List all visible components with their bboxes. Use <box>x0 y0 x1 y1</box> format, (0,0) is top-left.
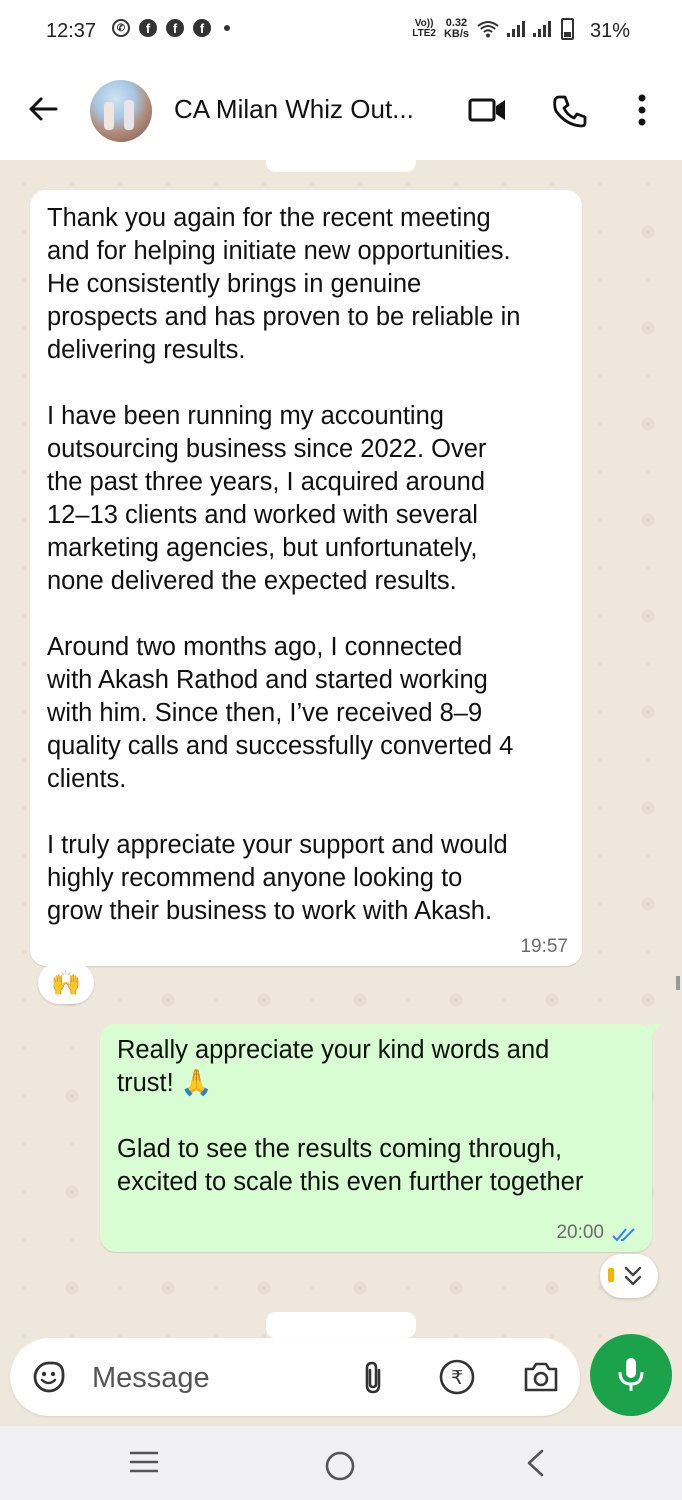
status-bar: 12:37 ✆ f f f Vo)) LTE2 0.32 KB/s 31% <box>0 0 682 62</box>
lte-label: LTE2 <box>412 28 436 39</box>
home-icon[interactable] <box>324 1450 356 1482</box>
system-nav-bar <box>0 1426 682 1500</box>
battery-percent: 31% <box>589 20 630 42</box>
message-time: 20:00 <box>556 1222 604 1243</box>
network-speed-unit: KB/s <box>443 28 469 40</box>
message-input[interactable]: Message <box>92 1362 210 1395</box>
attach-icon[interactable] <box>360 1360 386 1396</box>
wifi-icon <box>477 21 499 38</box>
facebook-notification-icon: f <box>166 19 184 37</box>
read-receipt-icon <box>612 1228 635 1242</box>
back-nav-icon[interactable] <box>524 1448 546 1478</box>
emoji-icon[interactable] <box>32 1360 66 1394</box>
battery-icon <box>561 18 574 40</box>
signal-strength-icon <box>533 21 551 37</box>
signal-strength-icon <box>507 21 525 37</box>
volte-indicator: Vo)) LTE2 <box>412 19 436 39</box>
payment-rupee-icon[interactable]: ₹ <box>438 1358 476 1396</box>
chat-area[interactable]: Thank you again for the recent meeting a… <box>0 160 682 1426</box>
status-right-icons: Vo)) LTE2 0.32 KB/s <box>412 18 574 40</box>
scroll-to-bottom-button[interactable] <box>600 1254 658 1298</box>
camera-icon[interactable] <box>522 1360 560 1394</box>
message-text: Really appreciate your kind words and tr… <box>117 1036 584 1196</box>
whatsapp-notification-icon: ✆ <box>112 19 130 37</box>
facebook-notification-icon: f <box>139 19 157 37</box>
message-text: Thank you again for the recent meeting a… <box>47 204 521 925</box>
status-time: 12:37 <box>46 20 97 42</box>
chat-header: CA Milan Whiz Out... <box>0 62 682 160</box>
scroll-indicator <box>676 976 680 990</box>
unread-indicator <box>608 1268 614 1282</box>
message-time: 19:57 <box>520 936 568 957</box>
outgoing-message[interactable]: Really appreciate your kind words and tr… <box>100 1024 662 1252</box>
date-separator <box>266 160 416 172</box>
mic-icon <box>618 1358 644 1391</box>
more-notifications-dot-icon <box>224 25 230 31</box>
video-call-icon[interactable] <box>468 94 508 126</box>
facebook-notification-icon: f <box>193 19 211 37</box>
message-reaction[interactable]: 🙌 <box>38 962 94 1004</box>
date-separator <box>266 1312 416 1338</box>
double-chevron-down-icon <box>624 1266 642 1286</box>
voice-message-button[interactable] <box>590 1334 672 1416</box>
svg-text:₹: ₹ <box>451 1367 463 1389</box>
contact-avatar[interactable] <box>90 80 152 142</box>
voice-call-icon[interactable] <box>552 94 588 128</box>
contact-name[interactable]: CA Milan Whiz Out... <box>174 94 414 125</box>
back-arrow-icon[interactable] <box>26 92 60 126</box>
network-speed: 0.32 KB/s <box>444 18 469 40</box>
notification-icons: ✆ f f f <box>112 19 230 37</box>
incoming-message[interactable]: Thank you again for the recent meeting a… <box>30 190 582 966</box>
more-vert-icon[interactable] <box>636 92 648 128</box>
message-composer[interactable]: Message ₹ <box>10 1338 580 1416</box>
recents-icon[interactable] <box>128 1448 160 1476</box>
